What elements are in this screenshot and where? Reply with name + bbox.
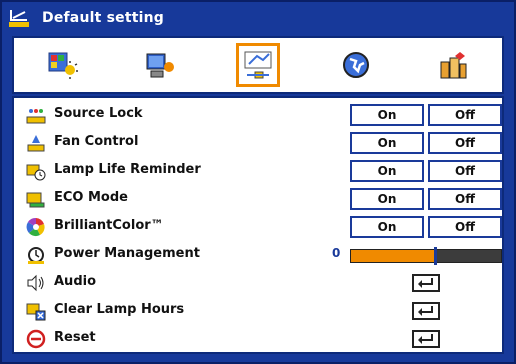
enter-icon bbox=[418, 334, 433, 344]
clear-lamp-hours-enter-button[interactable] bbox=[412, 302, 440, 320]
clear-lamp-hours-row: Clear Lamp Hours bbox=[14, 298, 502, 324]
globe-options-icon bbox=[342, 52, 369, 78]
clear-lamp-hours-label: Clear Lamp Hours bbox=[54, 302, 185, 317]
lamp-reminder-icon bbox=[26, 164, 46, 181]
source-lock-on-button[interactable]: On bbox=[350, 104, 424, 126]
fan-control-label: Fan Control bbox=[54, 134, 139, 149]
fan-control-off-button[interactable]: Off bbox=[428, 132, 502, 154]
reset-label: Reset bbox=[54, 330, 96, 345]
power-management-value: 0 bbox=[332, 246, 341, 260]
settings-panel: Source Lock On Off Fan Control On Off La… bbox=[12, 96, 504, 354]
enter-icon bbox=[418, 306, 433, 316]
power-management-icon bbox=[28, 247, 44, 264]
lamp-life-reminder-on-button[interactable]: On bbox=[350, 160, 424, 182]
title-bar: Default setting bbox=[8, 6, 508, 30]
audio-row: Audio bbox=[14, 270, 502, 296]
eco-mode-on-button[interactable]: On bbox=[350, 188, 424, 210]
power-management-row: Power Management 0 bbox=[14, 242, 502, 268]
lamp-life-reminder-label: Lamp Life Reminder bbox=[54, 162, 201, 177]
source-lock-label: Source Lock bbox=[54, 106, 143, 121]
display-settings-icon bbox=[146, 53, 175, 78]
osd-menu: Default setting Source Lock On Off Fan C… bbox=[0, 0, 516, 364]
audio-enter-button[interactable] bbox=[412, 274, 440, 292]
enter-icon bbox=[418, 278, 433, 288]
eco-mode-row: ECO Mode On Off bbox=[14, 186, 502, 212]
lamp-life-reminder-row: Lamp Life Reminder On Off bbox=[14, 158, 502, 184]
brilliantcolor-label: BrilliantColor™ bbox=[54, 218, 164, 233]
source-lock-icon bbox=[26, 109, 46, 124]
brilliantcolor-off-button[interactable]: Off bbox=[428, 216, 502, 238]
reset-icon bbox=[26, 329, 46, 349]
slider-fill bbox=[351, 250, 434, 262]
eco-mode-label: ECO Mode bbox=[54, 190, 128, 205]
eco-mode-icon bbox=[26, 192, 45, 208]
tab-advanced[interactable] bbox=[431, 43, 475, 87]
power-management-label: Power Management bbox=[54, 246, 200, 261]
tab-display[interactable] bbox=[138, 43, 182, 87]
fan-control-on-button[interactable]: On bbox=[350, 132, 424, 154]
tab-bar bbox=[12, 36, 504, 94]
power-management-slider[interactable] bbox=[350, 247, 502, 265]
fan-control-icon bbox=[27, 135, 45, 152]
tab-options[interactable] bbox=[334, 43, 378, 87]
eco-mode-off-button[interactable]: Off bbox=[428, 188, 502, 210]
fan-control-row: Fan Control On Off bbox=[14, 130, 502, 156]
reset-enter-button[interactable] bbox=[412, 330, 440, 348]
brilliantcolor-on-button[interactable]: On bbox=[350, 216, 424, 238]
audio-label: Audio bbox=[54, 274, 97, 289]
image-settings-icon bbox=[48, 52, 78, 79]
tab-setting[interactable] bbox=[235, 43, 280, 87]
speaker-icon bbox=[27, 274, 44, 292]
source-lock-off-button[interactable]: Off bbox=[428, 104, 502, 126]
setting-wrench-icon bbox=[244, 51, 272, 79]
color-wheel-icon bbox=[26, 217, 45, 237]
lamp-life-reminder-off-button[interactable]: Off bbox=[428, 160, 502, 182]
tab-image[interactable] bbox=[41, 43, 85, 87]
reset-row: Reset bbox=[14, 326, 502, 352]
clear-lamp-icon bbox=[26, 303, 46, 321]
menu-title-icon bbox=[9, 10, 29, 27]
building-advanced-icon bbox=[440, 52, 467, 79]
page-title: Default setting bbox=[42, 10, 164, 26]
source-lock-row: Source Lock On Off bbox=[14, 102, 502, 128]
slider-knob[interactable] bbox=[434, 247, 437, 265]
brilliantcolor-row: BrilliantColor™ On Off bbox=[14, 214, 502, 240]
